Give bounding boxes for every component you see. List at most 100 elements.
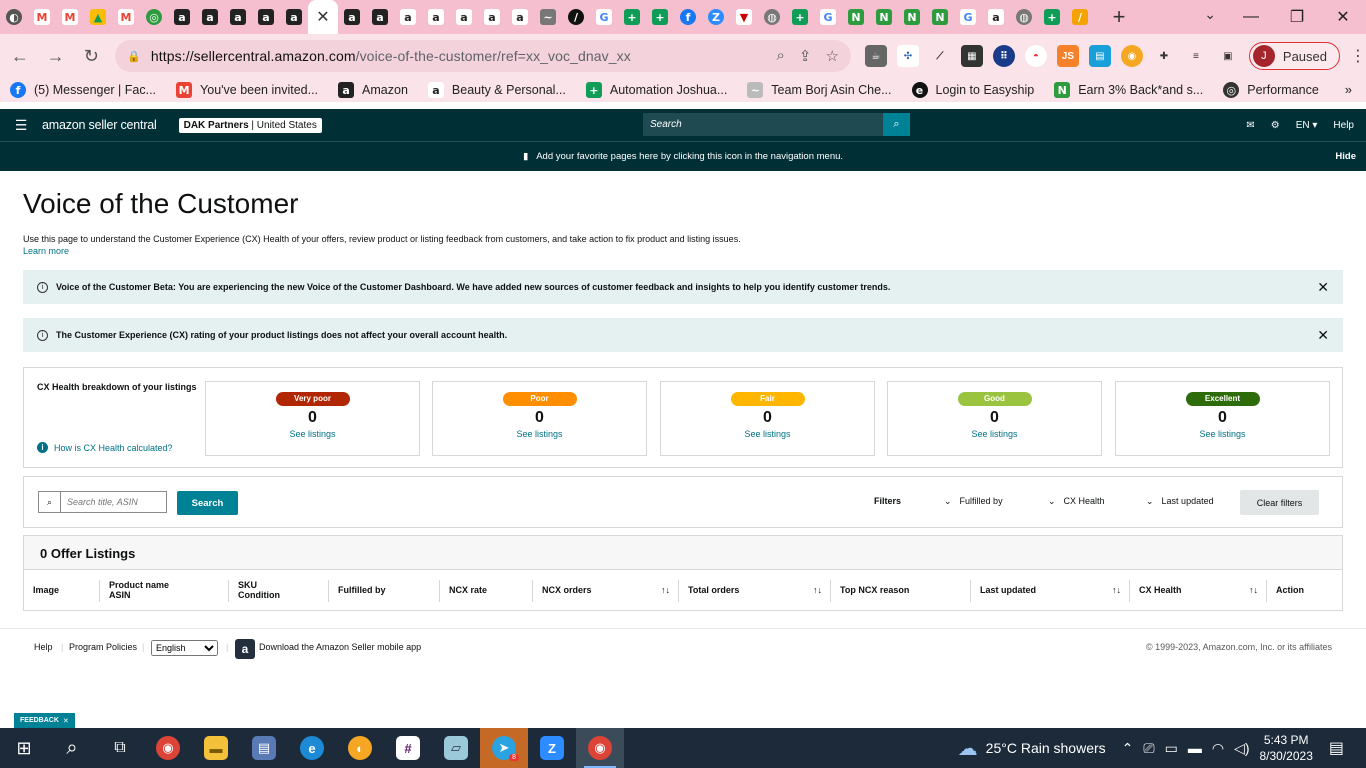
- extension-icon[interactable]: ⠿: [992, 45, 1015, 67]
- profile-button[interactable]: J Paused: [1248, 42, 1340, 70]
- extension-icon[interactable]: ◉: [1120, 45, 1143, 67]
- tab[interactable]: ◎: [140, 0, 168, 34]
- mail-icon[interactable]: ✉: [1246, 120, 1254, 131]
- bookmark-item[interactable]: e Login to Easyship: [911, 82, 1034, 98]
- column-header[interactable]: CX Health ↑↓: [1139, 570, 1266, 610]
- tab-active[interactable]: ✕: [308, 0, 338, 34]
- footer-help-link[interactable]: Help: [34, 642, 53, 652]
- close-window-icon[interactable]: ✕: [1320, 0, 1366, 34]
- reading-list-icon[interactable]: ≡: [1185, 45, 1207, 67]
- slack-taskbar[interactable]: #: [384, 728, 432, 768]
- header-search[interactable]: Search ⌕: [643, 113, 910, 136]
- gear-icon[interactable]: ⚙: [1271, 120, 1280, 131]
- tab[interactable]: M: [112, 0, 140, 34]
- display-icon[interactable]: ▭: [1165, 740, 1178, 757]
- language-selector[interactable]: EN ▾: [1296, 120, 1318, 131]
- address-bar[interactable]: 🔒 https://sellercentral.amazon.com/voice…: [115, 40, 851, 72]
- hamburger-menu-icon[interactable]: ☰: [6, 117, 36, 134]
- amazon-app-icon[interactable]: a: [235, 639, 255, 659]
- tab[interactable]: G: [814, 0, 842, 34]
- back-icon[interactable]: ←: [4, 40, 36, 72]
- sort-icon[interactable]: ↑↓: [1112, 585, 1121, 595]
- tab[interactable]: a: [224, 0, 252, 34]
- seller-central-logo[interactable]: amazon seller central: [42, 118, 157, 132]
- tab[interactable]: /: [562, 0, 590, 34]
- tab[interactable]: a: [506, 0, 534, 34]
- explorer-taskbar[interactable]: ▬: [192, 728, 240, 768]
- account-switcher[interactable]: DAK Partners | United States: [178, 117, 322, 133]
- extension-icon[interactable]: ▤: [1088, 45, 1111, 67]
- clock[interactable]: 5:43 PM 8/30/2023: [1259, 732, 1312, 764]
- tab[interactable]: N: [898, 0, 926, 34]
- notepad-taskbar[interactable]: ▱: [432, 728, 480, 768]
- tab[interactable]: M: [28, 0, 56, 34]
- tab-search-icon[interactable]: ⌄: [1204, 6, 1216, 23]
- tab[interactable]: G: [954, 0, 982, 34]
- tab[interactable]: +: [786, 0, 814, 34]
- minimize-icon[interactable]: —: [1228, 0, 1274, 34]
- bookmark-item[interactable]: a Beauty & Personal...: [427, 82, 566, 98]
- tab[interactable]: a: [450, 0, 478, 34]
- tab[interactable]: G: [590, 0, 618, 34]
- extension-icon[interactable]: ⟋: [929, 45, 951, 67]
- extension-icon[interactable]: JS: [1056, 45, 1079, 67]
- lock-icon[interactable]: 🔒: [127, 50, 141, 63]
- feedback-button[interactable]: FEEDBACK ✕: [14, 713, 75, 728]
- extension-icon[interactable]: ☕: [864, 45, 887, 67]
- notification-icon[interactable]: ▤: [1329, 738, 1344, 758]
- tab[interactable]: ▲: [84, 0, 112, 34]
- camera-icon[interactable]: ⎚: [1143, 740, 1154, 757]
- search-button[interactable]: Search: [177, 491, 238, 515]
- tab[interactable]: a: [982, 0, 1010, 34]
- telegram-taskbar[interactable]: ➤ 8: [480, 728, 528, 768]
- maximize-icon[interactable]: ❐: [1274, 0, 1320, 34]
- tab[interactable]: a: [338, 0, 366, 34]
- cx-how-link[interactable]: i How is CX Health calculated?: [37, 442, 173, 453]
- chrome-taskbar[interactable]: ◉: [144, 728, 192, 768]
- tab[interactable]: a: [478, 0, 506, 34]
- header-search-input[interactable]: Search: [643, 119, 883, 130]
- bookmark-item[interactable]: f (5) Messenger | Fac...: [10, 82, 156, 98]
- puzzle-icon[interactable]: ✚: [1153, 45, 1175, 67]
- listing-search-input[interactable]: [61, 497, 161, 507]
- tab[interactable]: a: [196, 0, 224, 34]
- extension-icon[interactable]: ◓: [1024, 45, 1047, 67]
- share-icon[interactable]: ⇪: [799, 47, 812, 65]
- sort-icon[interactable]: ↑↓: [661, 585, 670, 595]
- kebab-menu-icon[interactable]: ⋮: [1350, 46, 1366, 66]
- app-taskbar[interactable]: ▤: [240, 728, 288, 768]
- filter-fulfilled-by[interactable]: Fulfilled by: [944, 496, 1003, 507]
- tab[interactable]: N: [842, 0, 870, 34]
- clear-filters-button[interactable]: Clear filters: [1240, 490, 1319, 515]
- filter-last-updated[interactable]: Last updated: [1146, 496, 1214, 507]
- column-header[interactable]: Last updated ↑↓: [980, 570, 1129, 610]
- close-icon[interactable]: ✕: [1317, 327, 1329, 344]
- start-button[interactable]: ⊞: [0, 728, 48, 768]
- tab[interactable]: a: [394, 0, 422, 34]
- tab[interactable]: /: [1066, 0, 1094, 34]
- reload-icon[interactable]: ↻: [75, 40, 107, 72]
- volume-icon[interactable]: ◁): [1234, 740, 1249, 757]
- search-icon[interactable]: ⌕: [883, 113, 910, 136]
- help-link[interactable]: Help: [1333, 120, 1354, 131]
- bookmark-item[interactable]: ◎ Performance: [1223, 82, 1319, 98]
- zoom-search-icon[interactable]: ⌕: [776, 47, 784, 65]
- close-icon[interactable]: ✕: [316, 7, 329, 27]
- learn-more-link[interactable]: Learn more: [23, 246, 69, 256]
- see-listings-link[interactable]: See listings: [433, 429, 646, 439]
- program-policies-link[interactable]: Program Policies: [69, 642, 137, 652]
- filter-cx-health[interactable]: CX Health: [1048, 496, 1105, 507]
- see-listings-link[interactable]: See listings: [206, 429, 419, 439]
- column-header[interactable]: NCX orders ↑↓: [542, 570, 678, 610]
- column-header[interactable]: Total orders ↑↓: [688, 570, 830, 610]
- battery-icon[interactable]: ▬: [1188, 740, 1202, 757]
- tab[interactable]: ◐: [0, 0, 28, 34]
- tab[interactable]: ~: [534, 0, 562, 34]
- bookmarks-overflow-icon[interactable]: »: [1345, 82, 1352, 97]
- close-icon[interactable]: ✕: [1317, 279, 1329, 296]
- forward-icon[interactable]: →: [40, 40, 72, 72]
- side-panel-icon[interactable]: ▣: [1217, 45, 1239, 67]
- url-text[interactable]: https://sellercentral.amazon.com/voice-o…: [151, 48, 777, 64]
- mobile-app-link[interactable]: Download the Amazon Seller mobile app: [259, 642, 421, 652]
- extension-icon[interactable]: ▦: [960, 45, 983, 67]
